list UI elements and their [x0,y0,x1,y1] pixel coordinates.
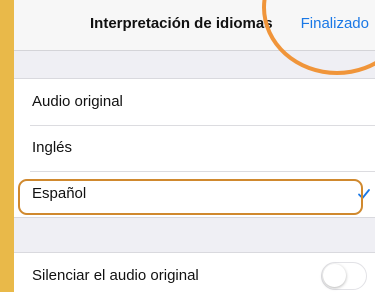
checkmark-icon [358,189,370,199]
language-option-english[interactable]: Inglés [14,125,375,171]
language-option-label: Inglés [32,139,73,156]
language-option-original-audio[interactable]: Audio original [14,79,375,125]
navigation-bar: Interpretación de idiomas Finalizado [14,0,375,51]
audio-settings-list: Silenciar el audio original [14,252,375,292]
mute-original-audio-label: Silenciar el audio original [32,267,199,284]
mute-original-audio-toggle[interactable] [321,262,367,290]
language-option-spanish[interactable]: Español [14,171,375,217]
mute-original-audio-row: Silenciar el audio original [14,253,375,292]
page-title: Interpretación de idiomas [90,15,273,32]
language-option-label: Español [32,185,87,202]
language-interpretation-panel: Interpretación de idiomas Finalizado Aud… [14,0,375,292]
toggle-knob [323,264,346,287]
language-option-label: Audio original [32,93,123,110]
language-list: Audio original Inglés Español [14,78,375,218]
done-button[interactable]: Finalizado [301,15,369,32]
